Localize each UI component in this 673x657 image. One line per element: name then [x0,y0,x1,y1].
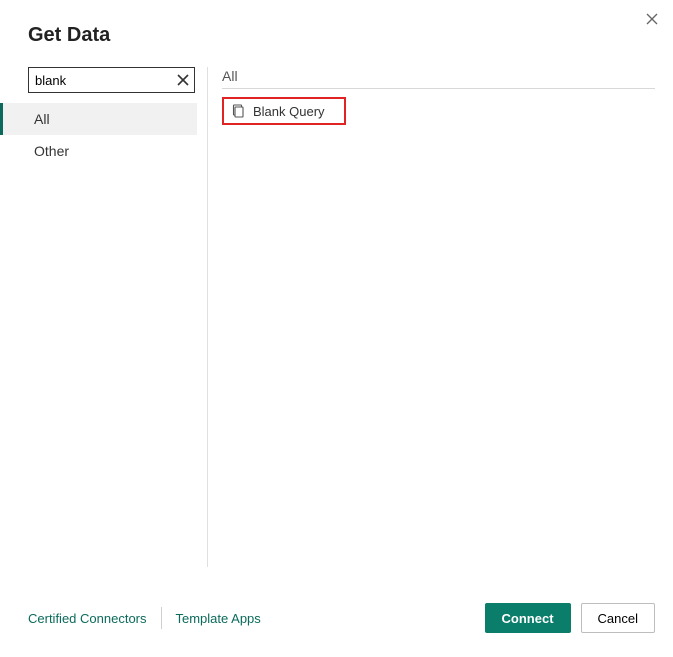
dialog-title: Get Data [0,0,673,67]
category-label: All [34,111,50,127]
results-header: All [222,67,655,89]
category-other[interactable]: Other [0,135,197,167]
footer-buttons: Connect Cancel [485,603,655,633]
clear-search-icon[interactable] [175,72,191,88]
footer-links: Certified Connectors Template Apps [28,607,261,629]
dialog-footer: Certified Connectors Template Apps Conne… [28,603,655,633]
search-wrap [28,67,197,93]
sidebar: All Other [0,67,208,567]
dialog-body: All Other All Blank Query [0,67,673,567]
get-data-dialog: Get Data All Other All [0,0,673,657]
result-blank-query[interactable]: Blank Query [222,97,346,125]
category-all[interactable]: All [0,103,197,135]
search-input[interactable] [28,67,195,93]
main-panel: All Blank Query [208,67,673,567]
template-apps-link[interactable]: Template Apps [176,611,261,626]
category-label: Other [34,143,69,159]
cancel-button[interactable]: Cancel [581,603,655,633]
close-icon[interactable] [643,10,661,28]
footer-divider [161,607,162,629]
certified-connectors-link[interactable]: Certified Connectors [28,611,147,626]
connect-button[interactable]: Connect [485,603,571,633]
result-label: Blank Query [253,104,325,119]
blank-query-icon [230,103,246,119]
category-list: All Other [0,103,197,167]
